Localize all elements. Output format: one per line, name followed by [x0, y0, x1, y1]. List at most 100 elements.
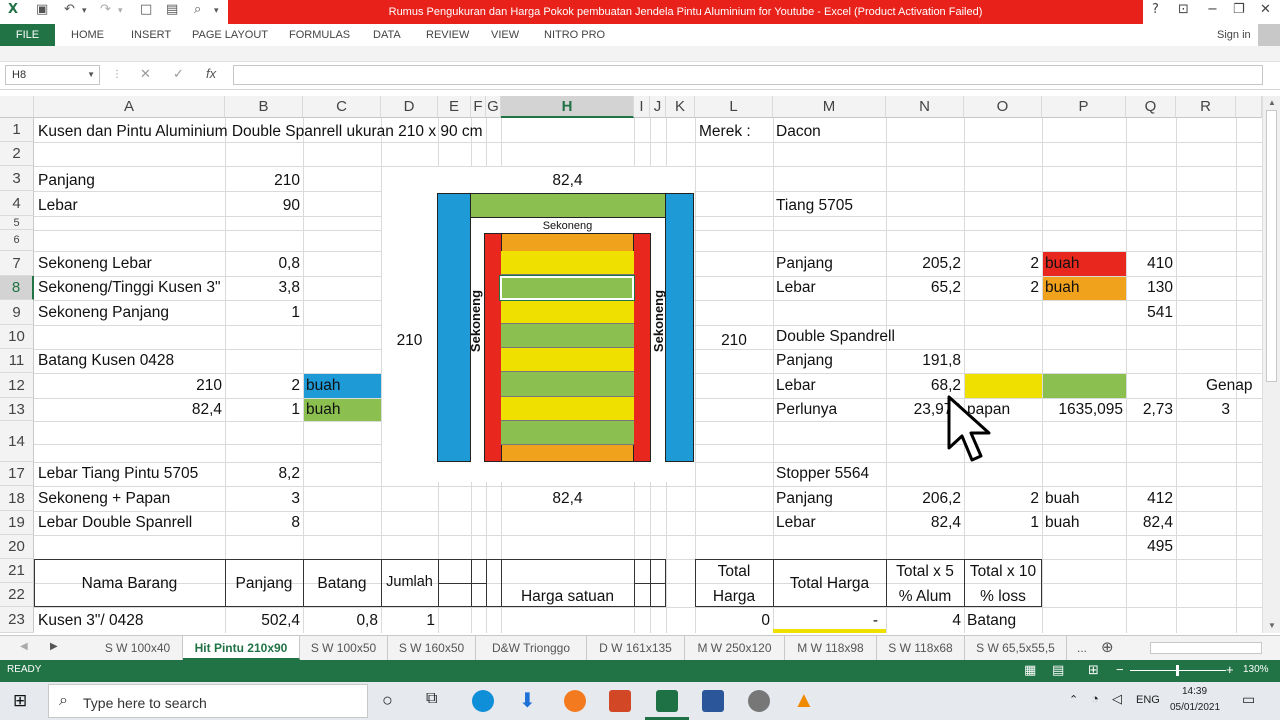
excel-taskbar-icon[interactable]: [656, 690, 678, 712]
clock-date[interactable]: 05/01/2021: [1170, 702, 1220, 713]
zoom-slider-thumb[interactable]: [1176, 665, 1179, 676]
row-header-7[interactable]: 7: [0, 251, 34, 276]
firefox-icon[interactable]: [564, 690, 586, 712]
windows-start-icon[interactable]: ⊞: [13, 691, 27, 711]
chevron-down-icon[interactable]: ▼: [87, 66, 95, 84]
row-header-13[interactable]: 13: [0, 398, 34, 421]
row-header-17[interactable]: 17: [0, 462, 34, 486]
tab-view[interactable]: VIEW: [491, 24, 519, 46]
tab-scroll-right-icon[interactable]: ▶: [50, 641, 58, 652]
cancel-icon[interactable]: ✕: [140, 66, 151, 82]
row-header-3[interactable]: 3: [0, 166, 34, 191]
col-header-r[interactable]: R: [1176, 96, 1236, 118]
language-indicator[interactable]: ENG: [1136, 694, 1160, 706]
col-header-q[interactable]: Q: [1126, 96, 1176, 118]
col-header-l[interactable]: L: [695, 96, 773, 118]
print-preview-icon[interactable]: ⌕: [194, 2, 201, 17]
tab-insert[interactable]: INSERT: [131, 24, 171, 46]
horizontal-scrollbar[interactable]: [1150, 642, 1262, 654]
row-header-14[interactable]: 14: [0, 421, 34, 462]
row-header-2[interactable]: 2: [0, 142, 34, 166]
word-icon[interactable]: [702, 690, 724, 712]
tab-page-layout[interactable]: PAGE LAYOUT: [192, 24, 268, 46]
col-header-n[interactable]: N: [886, 96, 964, 118]
row-header-8[interactable]: 8: [0, 276, 34, 300]
row-header-18[interactable]: 18: [0, 486, 34, 511]
new-file-icon[interactable]: □: [140, 2, 152, 17]
col-header-d[interactable]: D: [381, 96, 438, 118]
spreadsheet-grid[interactable]: A B C D E F G H I J K L M N O P Q R 1 2 …: [0, 96, 1262, 633]
restore-icon[interactable]: ❐: [1233, 2, 1245, 17]
tab-data[interactable]: DATA: [373, 24, 401, 46]
row-header-23[interactable]: 23: [0, 607, 34, 633]
normal-view-icon[interactable]: ▦: [1024, 662, 1036, 678]
row-header-19[interactable]: 19: [0, 511, 34, 535]
col-header-more[interactable]: [1236, 96, 1262, 118]
show-hidden-icons-icon[interactable]: ⌃: [1069, 693, 1078, 706]
customize-qat-icon[interactable]: ▾: [214, 6, 219, 16]
undo-dropdown-icon[interactable]: ▾: [82, 6, 87, 16]
sheet-tab[interactable]: D&W Trionggo: [476, 636, 587, 660]
formula-input[interactable]: [233, 65, 1263, 85]
col-header-m[interactable]: M: [773, 96, 886, 118]
col-header-a[interactable]: A: [34, 96, 225, 118]
zoom-in-icon[interactable]: +: [1226, 662, 1234, 677]
row-header-12[interactable]: 12: [0, 373, 34, 398]
download-icon[interactable]: ⬇: [519, 688, 536, 713]
task-view-icon[interactable]: ⧉: [426, 690, 437, 708]
sheet-tab[interactable]: S W 65,5x55,5: [965, 636, 1067, 660]
select-all-corner[interactable]: [0, 96, 34, 118]
vertical-scrollbar[interactable]: ▲ ▼: [1262, 96, 1280, 633]
scroll-down-icon[interactable]: ▼: [1268, 621, 1276, 630]
col-header-j[interactable]: J: [650, 96, 666, 118]
row-header-4[interactable]: 4: [0, 191, 34, 216]
file-tab[interactable]: FILE: [0, 24, 55, 46]
sheet-tab-active[interactable]: Hit Pintu 210x90: [183, 636, 300, 660]
scroll-thumb[interactable]: [1266, 110, 1277, 382]
col-header-f[interactable]: F: [471, 96, 486, 118]
row-header-6[interactable]: 6: [0, 230, 34, 251]
row-header-22[interactable]: 22: [0, 583, 34, 607]
edge-icon[interactable]: [472, 690, 494, 712]
row-header-10[interactable]: 10: [0, 325, 34, 349]
row-header-11[interactable]: 11: [0, 349, 34, 373]
tab-formulas[interactable]: FORMULAS: [289, 24, 350, 46]
tab-nitro-pro[interactable]: NITRO PRO: [544, 24, 605, 46]
zoom-out-icon[interactable]: −: [1116, 662, 1124, 677]
enter-icon[interactable]: ✓: [173, 66, 184, 82]
row-header-20[interactable]: 20: [0, 535, 34, 559]
sheet-tab[interactable]: S W 100x50: [300, 636, 388, 660]
col-header-c[interactable]: C: [303, 96, 381, 118]
row-header-9[interactable]: 9: [0, 300, 34, 325]
page-break-view-icon[interactable]: ⊞: [1088, 662, 1099, 678]
col-header-i[interactable]: I: [634, 96, 650, 118]
undo-icon[interactable]: ↶: [64, 2, 75, 17]
webcam-icon[interactable]: [748, 690, 770, 712]
sheet-tab[interactable]: M W 250x120: [685, 636, 785, 660]
avatar[interactable]: [1258, 24, 1280, 46]
col-header-g[interactable]: G: [486, 96, 501, 118]
page-layout-view-icon[interactable]: ▤: [1052, 662, 1064, 678]
clock-time[interactable]: 14:39: [1182, 686, 1207, 697]
insert-function-icon[interactable]: fx: [206, 66, 216, 81]
add-sheet-icon[interactable]: ⊕: [1101, 638, 1114, 656]
col-header-e[interactable]: E: [438, 96, 471, 118]
notifications-icon[interactable]: ▭: [1242, 691, 1255, 708]
scroll-up-icon[interactable]: ▲: [1268, 98, 1276, 107]
sign-in-link[interactable]: Sign in: [1217, 24, 1251, 46]
row-header-1[interactable]: 1: [0, 118, 34, 142]
more-sheets-button[interactable]: ...: [1067, 636, 1097, 660]
volume-icon[interactable]: ◁: [1112, 691, 1122, 707]
sheet-tab[interactable]: S W 118x68: [877, 636, 965, 660]
sheet-tab[interactable]: S W 160x50: [388, 636, 476, 660]
vlc-icon[interactable]: ▲: [793, 687, 815, 713]
tab-review[interactable]: REVIEW: [426, 24, 469, 46]
sheet-tab[interactable]: S W 100x40: [93, 636, 183, 660]
help-icon[interactable]: ?: [1152, 2, 1159, 17]
open-file-icon[interactable]: ▤: [166, 2, 178, 17]
row-header-21[interactable]: 21: [0, 559, 34, 583]
col-header-o[interactable]: O: [964, 96, 1042, 118]
sheet-tab[interactable]: D W 161x135: [587, 636, 685, 660]
col-header-k[interactable]: K: [666, 96, 695, 118]
sheet-tab[interactable]: M W 118x98: [785, 636, 877, 660]
